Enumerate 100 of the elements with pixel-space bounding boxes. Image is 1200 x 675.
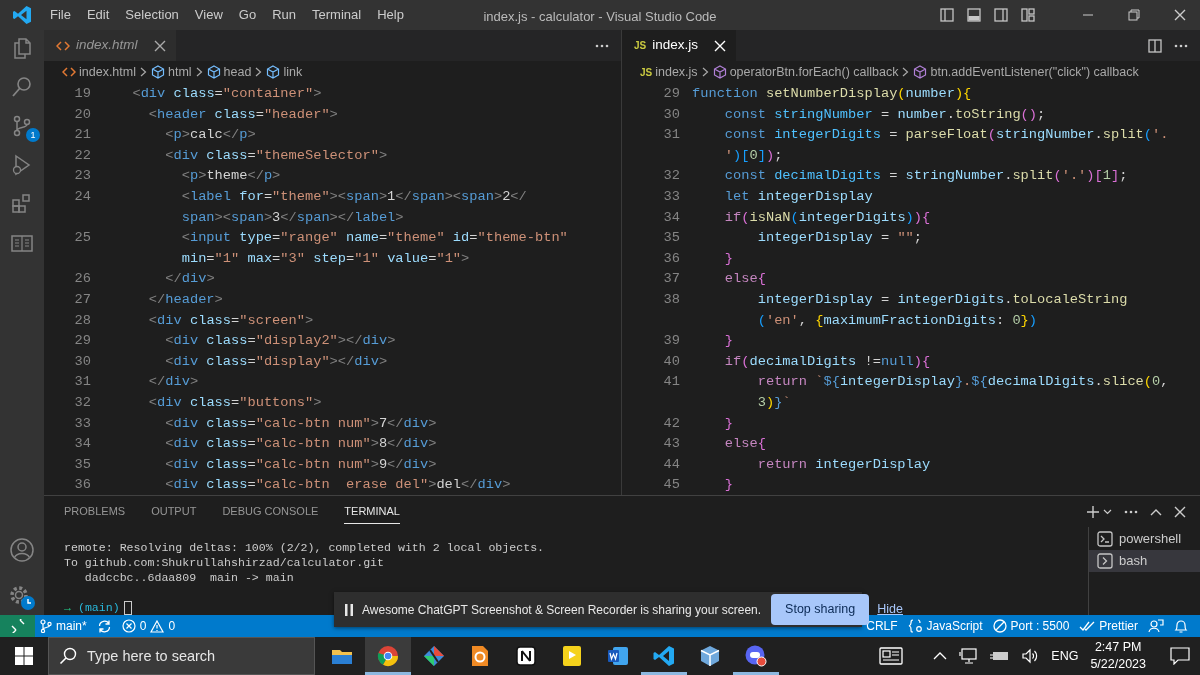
close-icon[interactable] — [153, 39, 166, 52]
restore-icon[interactable] — [1128, 9, 1140, 21]
chevron-right-icon — [701, 67, 709, 77]
panel-tab[interactable]: PROBLEMS — [64, 498, 126, 525]
line-number: 43 — [662, 435, 680, 454]
more-icon[interactable] — [595, 43, 609, 48]
close-icon[interactable] — [1174, 505, 1186, 518]
line-number: 22 — [73, 146, 91, 165]
plus-icon[interactable] — [1086, 504, 1100, 519]
line-number: 20 — [73, 105, 91, 124]
vscode-app-icon — [652, 644, 676, 668]
taskbar-search-box[interactable]: Type here to search — [48, 637, 315, 675]
more-icon[interactable] — [1174, 43, 1188, 48]
line-number: 45 — [662, 476, 680, 495]
network-icon[interactable] — [959, 648, 978, 664]
menu-item[interactable]: View — [186, 5, 231, 25]
grid-layout-icon[interactable] — [1021, 8, 1035, 22]
menu-item[interactable]: Run — [264, 5, 304, 25]
terminal-list-item[interactable]: powershell — [1089, 528, 1200, 550]
settings-icon[interactable] — [7, 583, 37, 611]
close-icon[interactable] — [1174, 9, 1186, 21]
code-line: } — [723, 476, 734, 495]
split-editor-icon[interactable] — [1148, 38, 1162, 53]
line-number: 39 — [662, 332, 680, 351]
code-line: <p>calc</p> — [164, 126, 256, 145]
code-line: const decimalDigits = stringNumber.split('.')[1]; — [723, 167, 1128, 186]
breadcrumb-item[interactable]: index.html — [79, 62, 136, 82]
code-line: ')[0]); — [723, 146, 783, 165]
line-number: 32 — [73, 393, 91, 412]
formatter-status[interactable]: Prettier — [1074, 615, 1143, 637]
taskbar-app-button[interactable] — [365, 637, 411, 675]
code-line: 3)}` — [756, 393, 791, 412]
account-icon[interactable] — [9, 537, 35, 563]
code-line: else{ — [723, 270, 766, 289]
code-line: else{ — [723, 435, 766, 454]
panel-tab[interactable]: OUTPUT — [151, 498, 197, 525]
port-status[interactable]: Port : 5500 — [987, 615, 1075, 637]
sync-icon[interactable] — [96, 618, 112, 634]
code-line: <div class="themeSelector"> — [164, 146, 388, 165]
bell-icon[interactable] — [1174, 618, 1188, 634]
line-number: 33 — [73, 414, 91, 433]
editor-tab[interactable]: index.html — [44, 30, 176, 61]
breadcrumb-item[interactable]: head — [223, 62, 252, 82]
split-layout-icon[interactable] — [994, 8, 1008, 22]
problems-status[interactable]: 0 0 — [116, 615, 181, 637]
news-icon[interactable] — [879, 647, 904, 665]
branch-status[interactable]: main* — [35, 615, 92, 637]
sidebar-layout-icon[interactable] — [940, 8, 954, 22]
menu-item[interactable]: Terminal — [304, 5, 370, 25]
code-line: return integerDisplay — [756, 455, 931, 474]
banner-message: Awesome ChatGPT Screenshot & Screen Recorder is sharing your screen. — [362, 601, 762, 619]
file-type-label: JS — [640, 65, 653, 80]
feedback-icon[interactable] — [1148, 618, 1164, 634]
breadcrumb-item[interactable]: link — [283, 62, 303, 82]
warning-icon — [150, 619, 165, 633]
chevron-up-icon[interactable] — [1150, 507, 1162, 516]
chat-app-icon — [744, 644, 768, 668]
terminal-line: remote: Resolving deltas: 100% (2/2), completed with 2 local objects. — [64, 540, 546, 555]
line-number: 25 — [73, 229, 91, 248]
notification-badge: 1 — [26, 128, 40, 142]
input-language[interactable]: ENG — [1051, 646, 1079, 666]
terminal-list-item[interactable]: bash — [1089, 550, 1200, 572]
search-icon[interactable] — [10, 75, 34, 99]
breadcrumb-item[interactable]: operatorBtn.forEach() callback — [729, 62, 899, 82]
menu-item[interactable]: Selection — [117, 5, 187, 25]
battery-icon[interactable] — [989, 649, 1010, 663]
editor-tab[interactable]: JS index.js — [622, 30, 736, 61]
breadcrumb-item[interactable]: html — [168, 62, 192, 82]
panel-layout-icon[interactable] — [967, 8, 981, 22]
notifications-icon[interactable] — [1170, 647, 1190, 665]
line-number: 29 — [662, 85, 680, 103]
volume-icon[interactable] — [1021, 648, 1040, 664]
code-line: let integerDisplay — [723, 187, 873, 206]
panel-tab[interactable]: DEBUG CONSOLE — [222, 498, 319, 525]
line-number: 35 — [662, 229, 680, 248]
line-number: 28 — [73, 311, 91, 330]
taskbar-search-field[interactable]: Type here to search — [87, 641, 307, 671]
menu-item[interactable]: Edit — [78, 5, 118, 25]
clock-time[interactable]: 2:47 PM — [1094, 639, 1142, 656]
cube-app-icon — [698, 644, 722, 668]
windows-logo-icon — [15, 647, 33, 665]
line-number: 30 — [73, 352, 91, 371]
menu-item[interactable]: File — [42, 5, 79, 25]
language-status[interactable]: JavaScript — [902, 615, 988, 637]
line-number: 34 — [662, 208, 680, 227]
code-line: </div> — [147, 373, 199, 392]
code-line: if(isNaN(integerDigits)){ — [723, 208, 931, 227]
more-icon[interactable] — [1124, 509, 1138, 514]
code-line: </header> — [147, 290, 223, 309]
clock-date[interactable]: 5/22/2023 — [1090, 656, 1146, 673]
panel-tab[interactable]: TERMINAL — [344, 498, 400, 525]
code-line: integerDisplay = integerDigits.toLocaleString — [756, 290, 1128, 309]
chevron-down-icon[interactable] — [1103, 508, 1112, 515]
line-number: 42 — [662, 414, 680, 433]
menu-item[interactable]: Go — [230, 5, 265, 25]
menu-item[interactable]: Help — [369, 5, 412, 25]
breadcrumb-item[interactable]: btn.addEventListener("click") callback — [930, 62, 1139, 82]
line-number: 27 — [73, 290, 91, 309]
breadcrumb-item[interactable]: index.js — [655, 62, 698, 82]
line-number: 30 — [662, 105, 680, 124]
